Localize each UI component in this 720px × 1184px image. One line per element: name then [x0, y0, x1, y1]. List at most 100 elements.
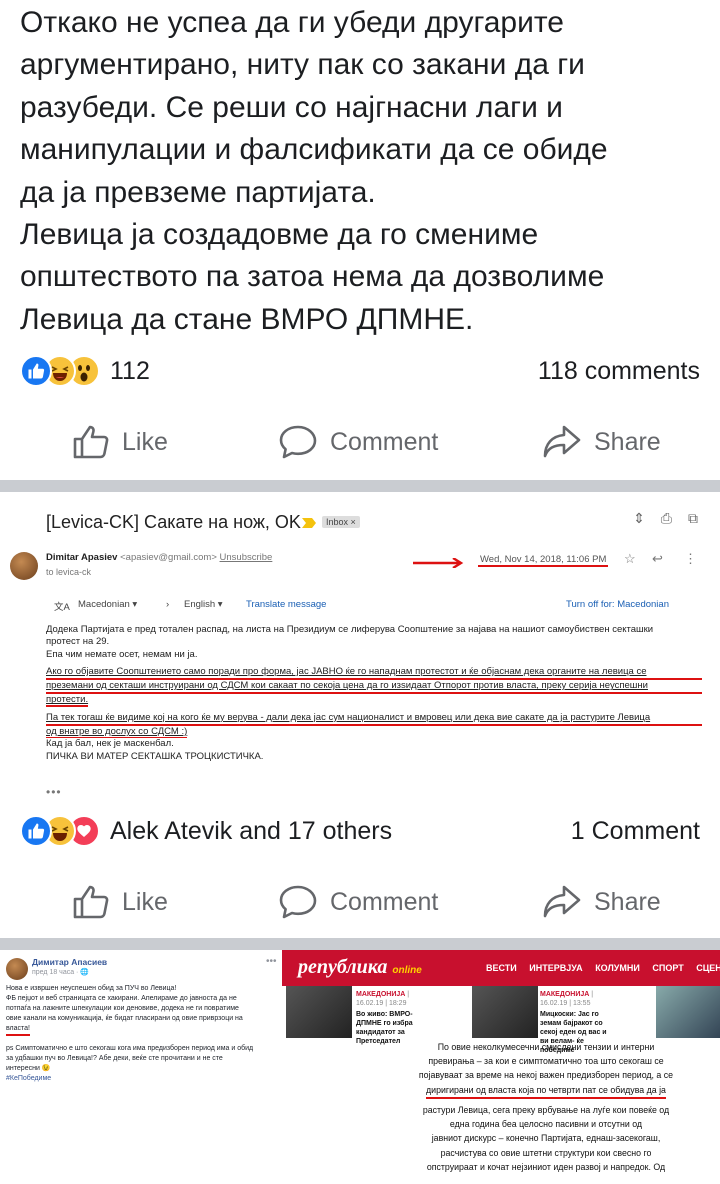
mini-hashtag: #КеПобедиме [6, 1075, 52, 1082]
post-text-line: манипулации и фалсификати да се обиде [20, 133, 608, 167]
article-line: По овие неколкумесечни смислени тензии и… [437, 1042, 655, 1052]
recipient-line[interactable]: to levica-ck [46, 567, 91, 577]
comment-bubble-icon [279, 885, 317, 919]
translate-message-link[interactable]: Translate message [246, 599, 326, 610]
nav-item[interactable]: КОЛУМНИ [595, 963, 640, 973]
mini-line: власта! [6, 1024, 31, 1036]
reaction-count: 112 [110, 356, 150, 385]
mini-line: за удбашки пуч во Левица!? Абе деки, веќ… [6, 1055, 223, 1062]
share-label: Share [594, 887, 661, 916]
more-options-icon[interactable]: ⋮ [684, 551, 697, 567]
article-line: диригирани од власта која по четврти пат… [426, 1083, 666, 1099]
news-thumbnail [472, 986, 538, 1038]
share-arrow-icon [543, 425, 581, 458]
post-text-line: да ја превземе партијата. [20, 175, 376, 209]
target-language-select[interactable]: English ▾ [184, 599, 223, 610]
email-body-line: од внатре во дослух со СДСМ :) [46, 726, 188, 739]
share-label: Share [594, 427, 661, 456]
nav-item[interactable]: СПОРТ [652, 963, 683, 973]
share-button-2[interactable]: Share [542, 884, 661, 920]
post-text-line: аргументирано, ниту пак со закани да ги [20, 48, 585, 82]
mini-line: рѕ Симптоматично е што секогаш кога има … [6, 1045, 254, 1052]
comment-bubble-icon [279, 425, 317, 459]
like-button-2[interactable]: Like [72, 884, 168, 920]
open-new-window-icon[interactable]: ⧉ [688, 510, 698, 527]
post-text: Откако не успеа да ги убеди другарите ар… [20, 2, 710, 341]
mini-line: потпаѓа на лажните шпекулации кои денови… [6, 1005, 239, 1012]
feed-divider [0, 480, 720, 492]
email-subject: [Levica-CK] Сакате на нож, OK [46, 512, 301, 532]
embedded-fb-post: Димитар Апасиев пред 18 часа · 🌐 ••• Нов… [0, 950, 282, 1184]
expand-icon[interactable]: ⇕ [633, 510, 645, 527]
mini-more-icon: ••• [266, 956, 277, 967]
republika-screenshot: република online ВЕСТИ ИНТЕРВЈУА КОЛУМНИ… [282, 950, 720, 1184]
reaction-summary: 112 118 comments [20, 352, 700, 390]
nav-item[interactable]: ИНТЕРВЈУА [529, 963, 582, 973]
unsubscribe-link[interactable]: Unsubscribe [220, 552, 273, 563]
post-text-line: разубеди. Се реши со најгнасни лаги и [20, 90, 563, 124]
reaction-summary-2: Alek Atevik and 17 others 1 Comment [20, 812, 700, 850]
comment-button[interactable]: Comment [278, 424, 438, 460]
post-text-line: Левица да стане ВМРО ДПМНЕ. [20, 302, 474, 336]
email-body-line: протест на 29. [46, 636, 110, 648]
translate-icon: 文A [54, 602, 70, 613]
comments-count-link-2[interactable]: 1 Comment [571, 817, 700, 846]
importance-marker-icon [302, 518, 316, 528]
reaction-icons-2[interactable]: Alek Atevik and 17 others [20, 815, 392, 847]
mini-author-name: Димитар Апасиев [32, 957, 108, 967]
turn-off-translate-link[interactable]: Turn off for: Macedonian [566, 599, 669, 610]
email-body-line: Па тек тогаш ќе видиме кој на кого ќе му… [46, 712, 702, 727]
news-thumbnail [656, 986, 720, 1038]
sender-line: Dimitar Apasiev <apasiev@gmail.com> Unsu… [46, 552, 272, 563]
email-date: Wed, Nov 14, 2018, 11:06 PM [478, 554, 609, 567]
share-button[interactable]: Share [542, 424, 661, 460]
comment-button-2[interactable]: Comment [278, 884, 438, 920]
article-line: превирања – за кои е симптоматично тоа ш… [428, 1056, 664, 1067]
comment-label: Comment [330, 887, 439, 916]
mini-timestamp: пред 18 часа · 🌐 [32, 969, 90, 976]
inbox-label[interactable]: Inbox × [322, 516, 360, 528]
email-toolbar: ⇕ ⎙ ⧉ [633, 510, 698, 527]
email-body-line: Ако го објавите Соопштението само поради… [46, 666, 702, 681]
email-body-line: ПИЧКА ВИ МАТЕР СЕКТАШКА ТРОЦКИСТИЧКА. [46, 750, 264, 762]
share-arrow-icon [543, 885, 581, 918]
news-thumbnail [286, 986, 352, 1038]
email-body-line: преземани од секташи инструирани од СДСМ… [46, 680, 702, 695]
print-icon[interactable]: ⎙ [661, 510, 672, 527]
article-line: опструираат и кочат нејзиниот иден разво… [426, 1161, 666, 1172]
article-text: По овие неколкумесечни смислени тензии и… [398, 1040, 694, 1174]
comments-count-link[interactable]: 118 comments [538, 357, 700, 386]
republika-nav: ВЕСТИ ИНТЕРВЈУА КОЛУМНИ СПОРТ СЦЕНА ЖИ [486, 963, 720, 973]
reaction-names: Alek Atevik and 17 others [110, 816, 393, 845]
thumbs-up-icon [73, 425, 109, 459]
post-actions: Like Comment Share [0, 412, 720, 472]
like-reaction-icon [20, 355, 52, 387]
nav-item[interactable]: СЦЕНА [696, 963, 720, 973]
thumbs-up-icon [73, 885, 109, 919]
reaction-icons[interactable]: 112 [20, 355, 150, 387]
article-line: расчистува со овие штетни структури кои … [440, 1147, 652, 1158]
like-label: Like [122, 887, 168, 916]
mini-line: интересни 😉 [6, 1065, 51, 1072]
nav-item[interactable]: ВЕСТИ [486, 963, 517, 973]
chevron-right-icon: › [166, 599, 170, 610]
mini-line: ФБ пејџот и веб страницата се хакирани. … [6, 995, 237, 1002]
mini-avatar [6, 958, 28, 980]
email-body-line: Додека Партијата е пред тотален распад, … [46, 624, 654, 635]
trimmed-content-icon[interactable]: ••• [46, 785, 62, 799]
mini-post-text: Нова е извршен неуспешен обид за ПУЧ во … [6, 984, 278, 1040]
mini-post-text-2: рѕ Симптоматично е што секогаш кога има … [6, 1044, 278, 1084]
email-body-line: Кад ја бал, нек је маскенбал. [46, 738, 174, 750]
red-arrow-annotation [413, 558, 464, 568]
source-language-select[interactable]: Macedonian ▾ [78, 599, 137, 610]
like-button[interactable]: Like [72, 424, 168, 460]
comment-label: Comment [330, 427, 439, 456]
article-line: појавуваат за време на некој важен преди… [418, 1070, 674, 1081]
reply-icon[interactable]: ↩ [652, 551, 663, 567]
star-icon[interactable]: ☆ [624, 551, 636, 567]
mini-line: Нова е извршен неуспешен обид за ПУЧ во … [6, 985, 177, 992]
email-body: Додека Партијата е пред тотален распад, … [46, 624, 702, 763]
news-card[interactable]: МАКЕДОНИЈА | 16.02.19 | 18:29 Во живо: В… [356, 990, 432, 1046]
article-line: јавниот дискурс – конечно Партијата, едн… [431, 1133, 661, 1144]
like-reaction-icon [20, 815, 52, 847]
